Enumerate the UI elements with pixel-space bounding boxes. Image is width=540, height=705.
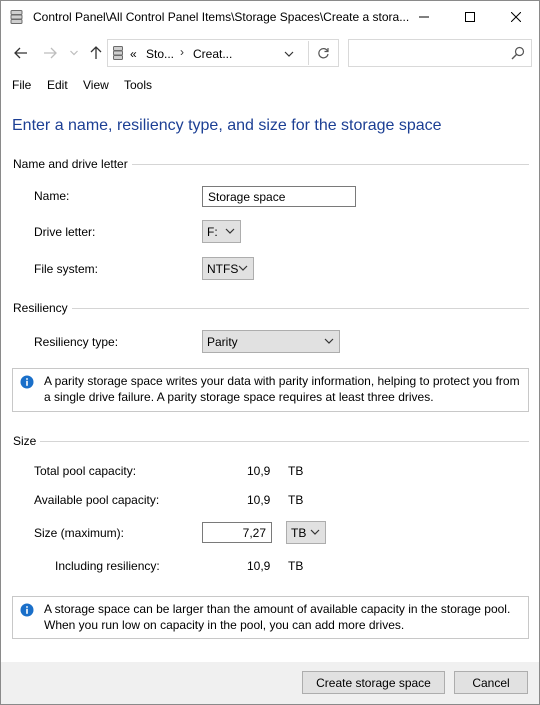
search-icon bbox=[511, 46, 525, 60]
maximize-icon bbox=[465, 12, 475, 22]
chevron-down-icon bbox=[324, 338, 334, 344]
chevron-down-icon bbox=[310, 529, 320, 535]
menu-edit[interactable]: Edit bbox=[47, 78, 68, 92]
resiliency-type-label: Resiliency type: bbox=[34, 335, 119, 349]
chevron-down-icon bbox=[70, 50, 78, 56]
menu-file[interactable]: File bbox=[12, 78, 31, 92]
navigation-bar: « Sto... › Creat... bbox=[1, 33, 539, 73]
maximize-button[interactable] bbox=[447, 1, 493, 33]
section-divider bbox=[13, 441, 529, 442]
file-system-select[interactable]: NTFS bbox=[202, 257, 254, 280]
menu-view[interactable]: View bbox=[83, 78, 109, 92]
menu-bar: File Edit View Tools bbox=[1, 75, 539, 97]
size-maximum-label: Size (maximum): bbox=[34, 526, 125, 540]
cancel-button[interactable]: Cancel bbox=[454, 671, 528, 694]
storage-spaces-icon bbox=[113, 46, 123, 60]
window-title: Control Panel\All Control Panel Items\St… bbox=[33, 10, 410, 24]
title-bar: Control Panel\All Control Panel Items\St… bbox=[1, 1, 539, 33]
back-button[interactable] bbox=[10, 42, 32, 64]
available-pool-capacity-label: Available pool capacity: bbox=[34, 493, 160, 507]
file-system-value: NTFS bbox=[207, 262, 239, 276]
refresh-button[interactable] bbox=[308, 41, 337, 65]
minimize-icon bbox=[419, 16, 429, 18]
up-button[interactable] bbox=[85, 42, 107, 64]
name-label: Name: bbox=[34, 189, 70, 203]
drive-letter-select[interactable]: F: bbox=[202, 220, 241, 243]
including-resiliency-label: Including resiliency: bbox=[55, 559, 160, 573]
breadcrumb-overflow-chevron[interactable]: « bbox=[130, 47, 137, 61]
menu-tools[interactable]: Tools bbox=[124, 78, 152, 92]
storage-space-window: Control Panel\All Control Panel Items\St… bbox=[0, 0, 540, 705]
minimize-button[interactable] bbox=[401, 1, 447, 33]
size-info-box: A storage space can be larger than the a… bbox=[12, 596, 529, 639]
section-title-resiliency: Resiliency bbox=[13, 301, 72, 315]
info-icon bbox=[20, 375, 34, 389]
close-button[interactable] bbox=[493, 1, 539, 33]
address-history-dropdown[interactable] bbox=[280, 45, 298, 63]
available-pool-capacity-unit: TB bbox=[288, 493, 304, 507]
resiliency-info-box: A parity storage space writes your data … bbox=[12, 368, 529, 412]
available-pool-capacity-value: 10,9 bbox=[247, 493, 271, 507]
size-unit-value: TB bbox=[291, 526, 307, 540]
including-resiliency-value: 10,9 bbox=[247, 559, 271, 573]
total-pool-capacity-value: 10,9 bbox=[247, 464, 271, 478]
arrow-up-icon bbox=[90, 46, 102, 59]
resiliency-info-text: A parity storage space writes your data … bbox=[44, 374, 520, 404]
resiliency-type-select[interactable]: Parity bbox=[202, 330, 340, 353]
section-divider bbox=[13, 308, 529, 309]
search-input[interactable] bbox=[348, 39, 532, 67]
resiliency-type-value: Parity bbox=[207, 335, 238, 349]
size-unit-select[interactable]: TB bbox=[286, 521, 326, 544]
chevron-down-icon bbox=[225, 228, 235, 234]
size-info-text: A storage space can be larger than the a… bbox=[44, 602, 511, 632]
close-icon bbox=[511, 12, 521, 22]
total-pool-capacity-unit: TB bbox=[288, 464, 304, 478]
breadcrumb-create[interactable]: Creat... bbox=[193, 47, 232, 61]
address-bar[interactable]: « Sto... › Creat... bbox=[107, 39, 339, 67]
drive-letter-value: F: bbox=[207, 225, 218, 239]
arrow-left-icon bbox=[14, 47, 27, 59]
storage-spaces-icon bbox=[10, 10, 23, 24]
chevron-down-icon bbox=[284, 51, 294, 57]
including-resiliency-unit: TB bbox=[288, 559, 304, 573]
drive-letter-label: Drive letter: bbox=[34, 225, 96, 239]
section-title-size: Size bbox=[13, 434, 41, 448]
button-bar: Create storage space Cancel bbox=[1, 662, 539, 704]
breadcrumb-storage-spaces[interactable]: Sto... bbox=[146, 47, 174, 61]
total-pool-capacity-label: Total pool capacity: bbox=[34, 464, 137, 478]
size-input[interactable]: 7,27 bbox=[202, 522, 272, 543]
section-title-name: Name and drive letter bbox=[13, 157, 132, 171]
recent-locations-button[interactable] bbox=[63, 42, 85, 64]
file-system-label: File system: bbox=[34, 262, 99, 276]
arrow-right-icon bbox=[44, 47, 57, 59]
refresh-icon bbox=[317, 47, 329, 58]
forward-button[interactable] bbox=[39, 42, 61, 64]
create-storage-space-button[interactable]: Create storage space bbox=[302, 671, 445, 694]
name-input[interactable]: Storage space bbox=[202, 186, 356, 207]
breadcrumb-separator[interactable]: › bbox=[180, 45, 184, 59]
page-title: Enter a name, resiliency type, and size … bbox=[12, 117, 442, 134]
chevron-down-icon bbox=[238, 265, 248, 271]
info-icon bbox=[20, 603, 34, 617]
